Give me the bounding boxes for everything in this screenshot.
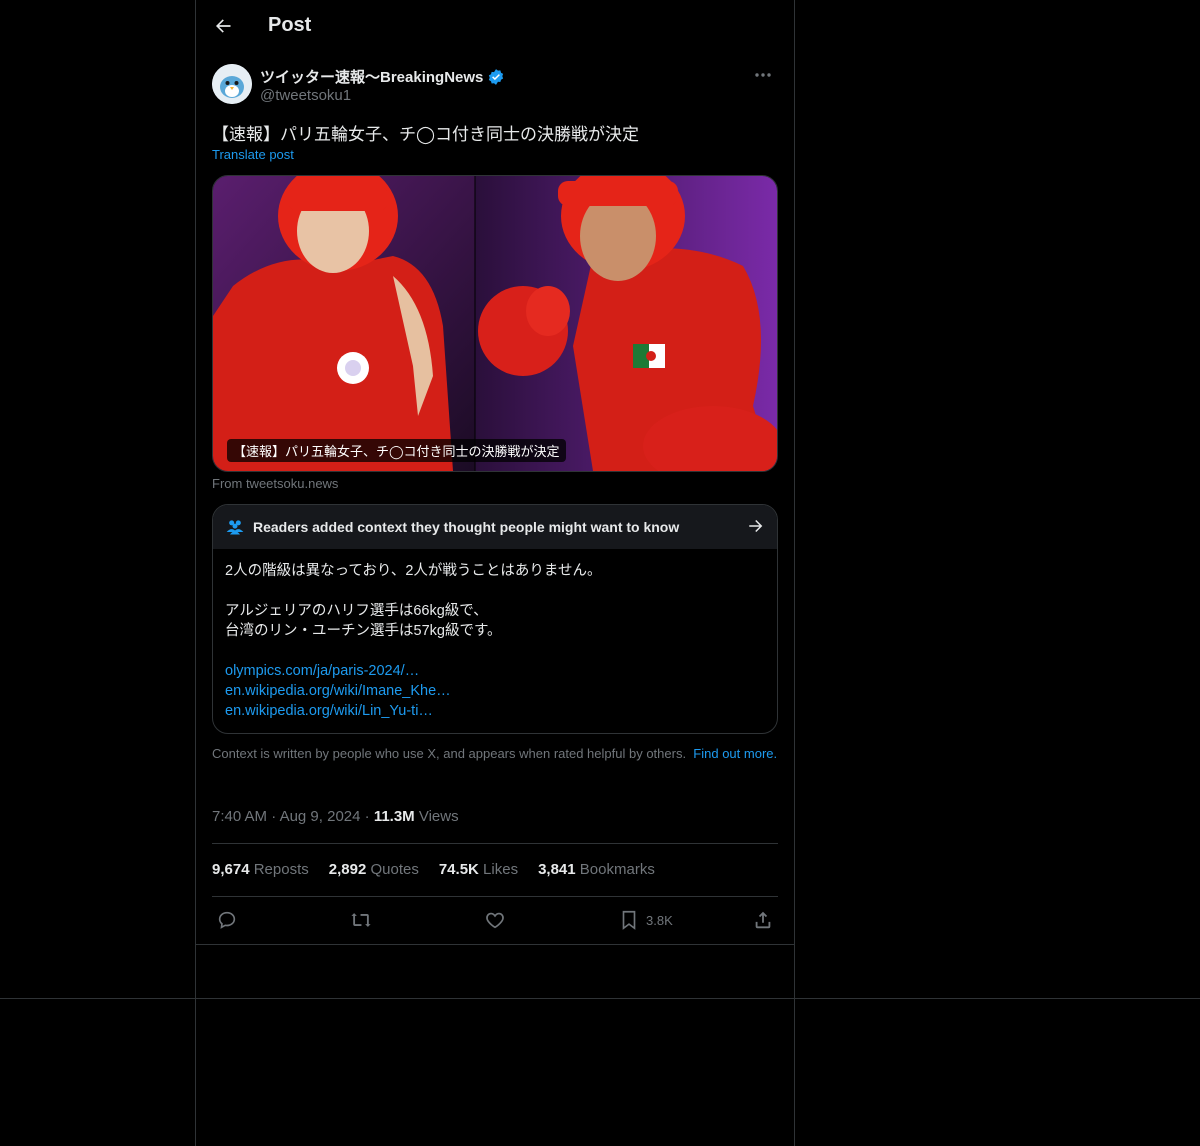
context-disclaimer: Context is written by people who use X, … <box>212 746 778 762</box>
divider <box>0 998 1200 999</box>
find-out-more-link[interactable]: Find out more. <box>693 746 777 761</box>
more-options-button[interactable] <box>748 64 778 86</box>
action-bar: 3.8K <box>196 897 794 944</box>
note-line: 台湾のリン・ユーチン選手は57kg級です。 <box>225 623 502 639</box>
note-link-wikipedia-imane[interactable]: en.wikipedia.org/wiki/Imane_Khe… <box>225 681 601 701</box>
translate-post-link[interactable]: Translate post <box>212 147 294 162</box>
people-icon <box>226 520 244 535</box>
bookmark-count: 3.8K <box>646 912 673 928</box>
divider <box>196 944 794 945</box>
card-image <box>213 176 777 471</box>
community-note-title: Readers added context they thought peopl… <box>253 519 680 535</box>
post-author: ツイッター速報〜BreakingNews @tweetsoku1 <box>212 64 778 108</box>
repost-button[interactable] <box>350 909 372 931</box>
arrow-right-icon <box>749 520 763 532</box>
card-source[interactable]: From tweetsoku.news <box>212 476 338 491</box>
bookmark-button[interactable]: 3.8K <box>618 909 673 931</box>
post-text: 【速報】パリ五輪女子、チ◯コ付き同士の決勝戦が決定 <box>212 125 640 144</box>
community-note-body: 2人の階級は異なっており、2人が戦うことはありません。 アルジェリアのハリフ選手… <box>225 561 601 721</box>
author-name-text: ツイッター速報〜BreakingNews <box>260 69 484 86</box>
post-time[interactable]: 7:40 AM <box>212 808 267 825</box>
author-name[interactable]: ツイッター速報〜BreakingNews <box>260 66 505 87</box>
note-link-wikipedia-lin[interactable]: en.wikipedia.org/wiki/Lin_Yu-ti… <box>225 701 601 721</box>
post-meta: 7:40 AM · Aug 9, 2024 · 11.3M Views <box>212 808 459 825</box>
reply-button[interactable] <box>216 909 238 931</box>
post-date[interactable]: Aug 9, 2024 <box>280 808 361 825</box>
note-link-olympics[interactable]: olympics.com/ja/paris-2024/… <box>225 661 601 681</box>
main-column: Post ツイッター速報〜BreakingNews @tweetsoku1 【速… <box>195 0 795 1146</box>
like-icon <box>486 912 504 929</box>
bookmarks-stat[interactable]: 3,841 Bookmarks <box>538 861 655 878</box>
likes-stat[interactable]: 74.5K Likes <box>439 861 518 878</box>
post-stats: 9,674 Reposts 2,892 Quotes 74.5K Likes 3… <box>212 861 655 878</box>
link-card[interactable]: 【速報】パリ五輪女子、チ◯コ付き同士の決勝戦が決定 <box>212 175 778 472</box>
like-button[interactable] <box>484 909 506 931</box>
community-note-header[interactable]: Readers added context they thought peopl… <box>213 505 777 549</box>
quotes-stat[interactable]: 2,892 Quotes <box>329 861 419 878</box>
divider <box>212 843 778 844</box>
repost-icon <box>351 913 371 927</box>
reply-icon <box>218 911 236 929</box>
reposts-stat[interactable]: 9,674 Reposts <box>212 861 309 878</box>
more-icon <box>755 73 771 77</box>
back-arrow-icon <box>216 19 231 33</box>
page-header: Post <box>196 0 794 53</box>
avatar[interactable] <box>212 64 252 104</box>
note-line: アルジェリアのハリフ選手は66kg級で、 <box>225 603 488 619</box>
views-label: Views <box>418 808 459 825</box>
views-count: 11.3M <box>373 808 415 825</box>
back-button[interactable] <box>210 13 236 39</box>
verified-badge-icon <box>489 68 504 85</box>
bird-avatar-icon <box>212 64 252 104</box>
page-title: Post <box>268 14 312 36</box>
bookmark-icon <box>622 910 636 930</box>
context-text: Context is written by people who use X, … <box>212 746 687 761</box>
share-button[interactable] <box>752 909 774 931</box>
community-note: Readers added context they thought peopl… <box>212 504 778 734</box>
note-line: 2人の階級は異なっており、2人が戦うことはありません。 <box>225 563 602 579</box>
author-handle[interactable]: @tweetsoku1 <box>260 87 351 104</box>
card-caption: 【速報】パリ五輪女子、チ◯コ付き同士の決勝戦が決定 <box>227 439 566 462</box>
share-icon <box>755 911 771 929</box>
